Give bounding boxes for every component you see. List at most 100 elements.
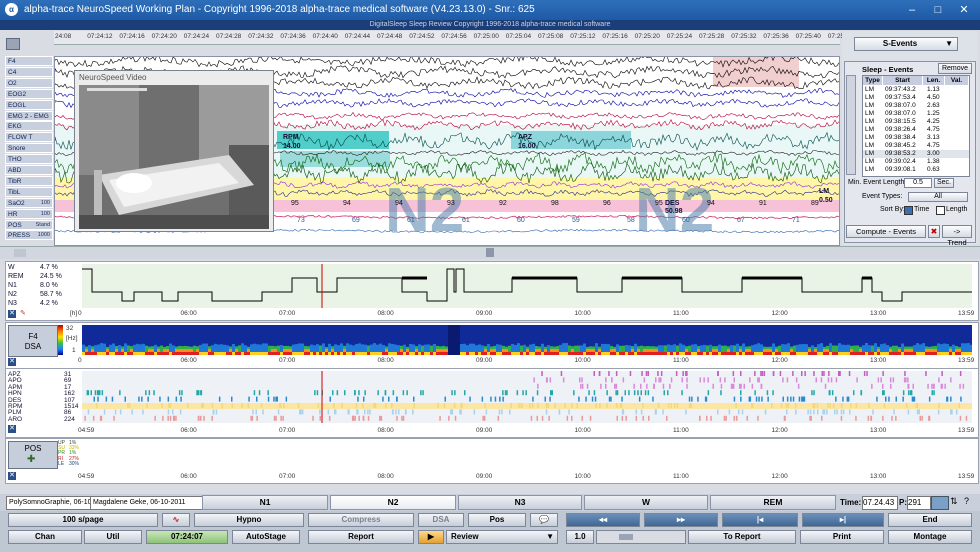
channel-label[interactable]: F4 (5, 56, 53, 66)
stage-rem-button[interactable]: REM (710, 495, 836, 510)
scroll-left-icon[interactable] (14, 249, 26, 257)
montage-button[interactable]: Montage (888, 530, 972, 544)
util-button[interactable]: Util (84, 530, 142, 544)
compute-events-button[interactable]: Compute - Events (846, 225, 926, 238)
channel-label[interactable]: TibL (5, 186, 53, 197)
autostage-button[interactable]: AutoStage (232, 530, 300, 544)
remove-button[interactable]: Remove (938, 63, 972, 74)
patient-name[interactable]: Magdalene Geke, 06-10-2011 (90, 496, 204, 510)
page-length-select[interactable]: 100 s/page (8, 513, 158, 527)
channel-label[interactable]: FLOW T (5, 132, 53, 143)
speed-slider-thumb[interactable] (619, 534, 633, 540)
sort-time-checkbox[interactable] (904, 206, 913, 215)
events-table[interactable]: Type Start Len. Val. LM 09:37:43.2 1.13 LM 0… (862, 75, 970, 177)
channel-label[interactable]: ABD (5, 165, 53, 175)
channel-label[interactable]: EMG 2 - EMG 1 (5, 110, 53, 129)
col-type[interactable]: Type (863, 76, 883, 85)
minimize-icon[interactable]: – (900, 2, 924, 18)
time-scrollbar[interactable] (0, 246, 980, 259)
event-row[interactable]: LM 09:38:45.2 4.75 (863, 142, 969, 150)
pin-icon[interactable]: ⇅ (950, 496, 960, 508)
dsa-button[interactable]: DSA (418, 513, 464, 527)
speed-slider[interactable] (596, 530, 686, 544)
comment-icon[interactable]: 💬 (530, 513, 558, 527)
settings-icon[interactable] (6, 38, 20, 50)
sec-button[interactable]: Sec. (934, 178, 954, 188)
event-row[interactable]: LM 09:38:26.4 4.75 (863, 126, 969, 134)
position-panel[interactable]: POS ✚ UP 1% SU 33% PR 1% RI 27% LE 30% 04:59 06:00… (5, 438, 979, 484)
fast-back-button[interactable]: ◂◂ (566, 513, 640, 527)
waveform-icon[interactable]: ∿ (162, 513, 190, 527)
report-button[interactable]: Report (308, 530, 414, 544)
page-slider[interactable] (931, 496, 949, 510)
channel-label[interactable]: THO (5, 154, 53, 165)
compress-button[interactable]: Compress (308, 513, 414, 527)
event-row[interactable]: LM 09:37:43.2 1.13 (863, 86, 969, 94)
event-types-select[interactable]: All (908, 192, 968, 202)
page-field[interactable]: 291 (907, 496, 931, 510)
review-select[interactable]: Review ▼ (446, 530, 558, 544)
fast-forward-button[interactable]: ▸▸ (644, 513, 718, 527)
dsa-base (580, 352, 583, 355)
channel-label[interactable]: EOG2 (5, 88, 53, 99)
help-icon[interactable]: ? (964, 496, 976, 508)
channel-label[interactable]: Snore (5, 143, 53, 154)
dsa-close-icon[interactable]: ✕ (8, 358, 16, 366)
event-row[interactable]: LM 09:38:07.0 2.63 (863, 102, 969, 110)
close-icon[interactable]: ✕ (952, 2, 976, 18)
event-row[interactable]: LM 09:37:53.4 4.50 (863, 94, 969, 102)
channel-label[interactable]: EOGL (5, 99, 53, 110)
stage-n3-button[interactable]: N3 (458, 495, 582, 510)
video-window[interactable]: NeuroSpeed Video (74, 70, 274, 232)
event-row[interactable]: LM 09:38:07.0 1.25 (863, 110, 969, 118)
print-button[interactable]: Print (800, 530, 884, 544)
event-type-select[interactable]: S-Events ▼ (854, 37, 958, 51)
col-len[interactable]: Len. (923, 76, 945, 85)
event-rows-panel[interactable]: APZ 31 APO 69 APM 17 HPN 162 DES 107 RPM 1514 PLM 86 A… (5, 368, 979, 438)
channel-label[interactable]: SaO2 100 (5, 197, 53, 208)
channel-label[interactable]: POS Stand (5, 219, 53, 230)
scroll-thumb[interactable] (486, 248, 494, 257)
event-marker (919, 415, 921, 421)
events-close-icon[interactable]: ✕ (8, 425, 16, 433)
event-marker (880, 377, 882, 383)
end-button[interactable]: End (888, 513, 972, 527)
event-row[interactable]: LM 09:39:08.1 0.63 (863, 166, 969, 174)
stage-n1-button[interactable]: N1 (202, 495, 328, 510)
time-field[interactable]: 07.24.43 (862, 496, 898, 510)
event-row[interactable]: LM 09:38:38.4 3.13 (863, 134, 969, 142)
to-report-button[interactable]: To Report (688, 530, 796, 544)
chan-button[interactable]: Chan (8, 530, 82, 544)
col-val[interactable]: Val. (945, 76, 969, 85)
maximize-icon[interactable]: □ (926, 2, 950, 18)
hypno-close-icon[interactable]: ✕ (8, 310, 16, 318)
channel-label[interactable]: O2 (5, 77, 53, 88)
step-back-button[interactable]: |◂ (722, 513, 798, 527)
hypno-edit-icon[interactable]: ✎ (20, 310, 29, 318)
channel-label[interactable]: HR 100 (5, 208, 53, 219)
event-row[interactable]: LM 09:38:15.5 4.25 (863, 118, 969, 126)
channel-label[interactable]: PRESS 1000 (5, 230, 53, 241)
cancel-icon[interactable]: ✖ (928, 225, 940, 238)
step-forward-button[interactable]: ▸| (802, 513, 884, 527)
recording-name[interactable]: PolySomnoGraphie, 06-10-2 (6, 496, 92, 510)
stage-n2-button[interactable]: N2 (330, 495, 456, 510)
hypno-button[interactable]: Hypno (194, 513, 304, 527)
play-icon[interactable]: ▶ (418, 530, 444, 544)
event-row[interactable]: LM 09:39:02.4 1.38 (863, 158, 969, 166)
stage-w-button[interactable]: W (584, 495, 708, 510)
channel-label[interactable]: TibR (5, 175, 53, 186)
list-scrollbar[interactable] (846, 75, 856, 175)
min-event-length-input[interactable]: 0.5 (904, 178, 932, 188)
pos-button[interactable]: Pos (468, 513, 526, 527)
pos-close-icon[interactable]: ✕ (8, 472, 16, 480)
sort-length-checkbox[interactable] (936, 206, 945, 215)
dsa-panel[interactable]: F4 DSA 32 [Hz] 1 0 06:00 07:00 08:00 09:00 10… (5, 322, 979, 369)
hypnogram[interactable]: W 4.7 % REM 24.5 % N1 8.0 % N2 58.7 % N3 4.2 % [h… (5, 261, 979, 321)
channel-label[interactable]: C4 (5, 66, 53, 77)
col-start[interactable]: Start (883, 76, 923, 85)
speed-field[interactable]: 1.0 (566, 530, 594, 544)
channel-label[interactable]: EKG (5, 121, 53, 132)
event-row[interactable]: LM 09:38:53.2 3.00 (863, 150, 969, 158)
trend-button[interactable]: -> Trend (942, 225, 972, 247)
